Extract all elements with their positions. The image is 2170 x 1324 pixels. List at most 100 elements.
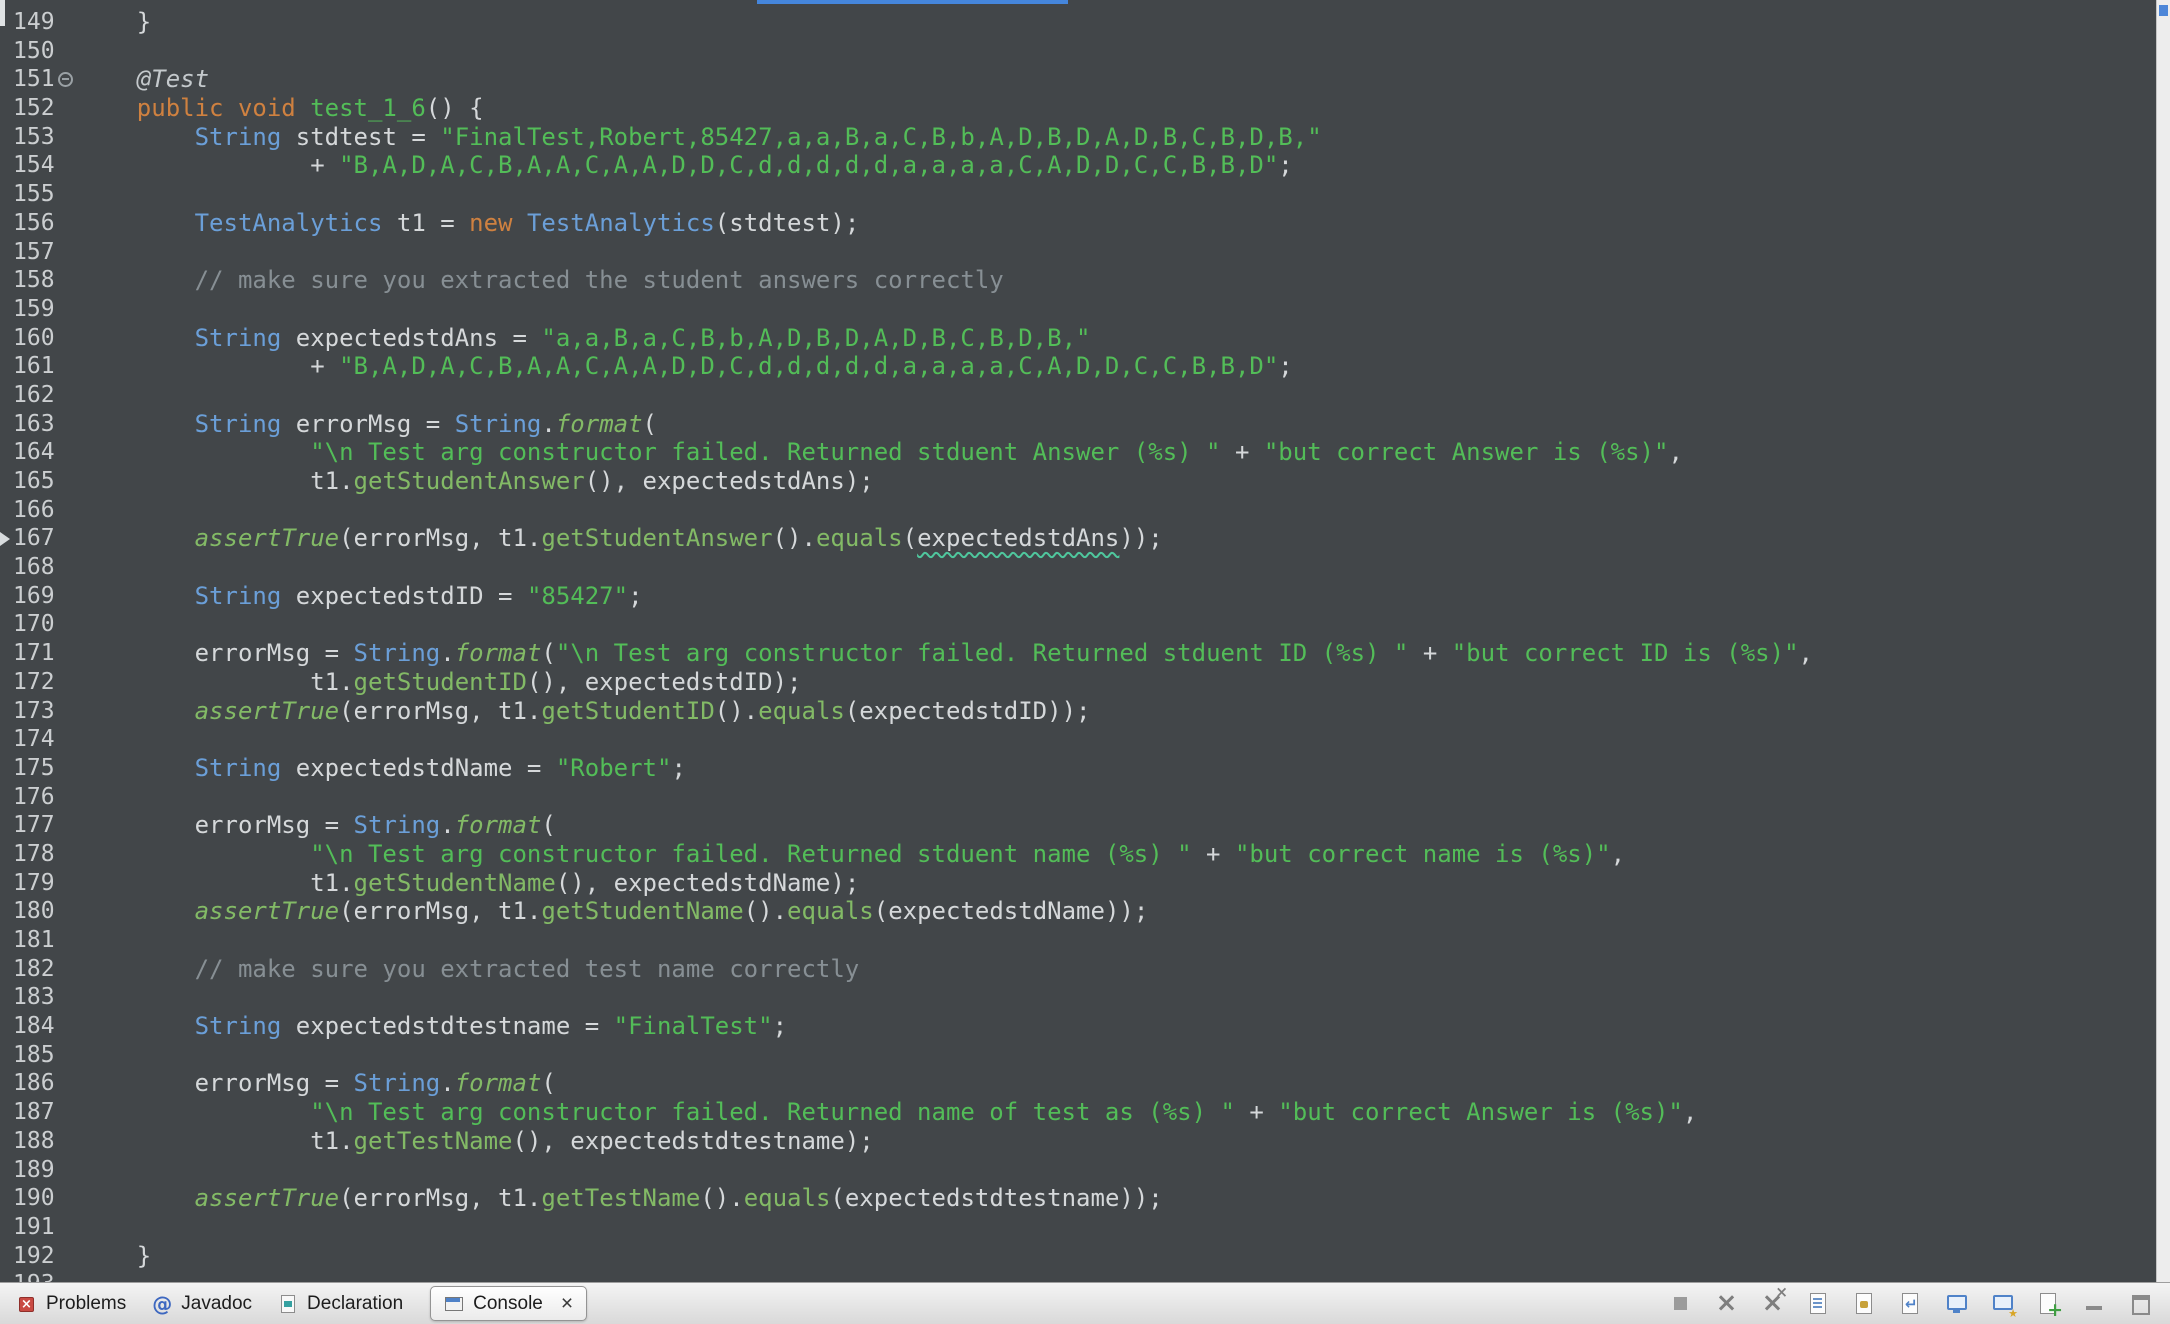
line-number[interactable]: 169 bbox=[0, 582, 79, 611]
line-number[interactable]: 154 bbox=[0, 151, 79, 180]
code-line[interactable]: 163 String errorMsg = String.format( bbox=[0, 410, 2156, 439]
line-number[interactable]: 166 bbox=[0, 496, 79, 525]
line-number[interactable]: 178 bbox=[0, 840, 79, 869]
code-line[interactable]: 157 bbox=[0, 238, 2156, 267]
code-line[interactable]: 164 "\n Test arg constructor failed. Ret… bbox=[0, 438, 2156, 467]
code-line[interactable]: 186 errorMsg = String.format( bbox=[0, 1069, 2156, 1098]
line-number[interactable]: 180 bbox=[0, 897, 79, 926]
line-number[interactable]: 173 bbox=[0, 697, 79, 726]
line-number[interactable]: 186 bbox=[0, 1069, 79, 1098]
line-number[interactable]: 155 bbox=[0, 180, 79, 209]
line-number[interactable]: 161 bbox=[0, 352, 79, 381]
line-number[interactable]: 165 bbox=[0, 467, 79, 496]
line-number[interactable]: 183 bbox=[0, 983, 79, 1012]
code-line[interactable]: 174 bbox=[0, 725, 2156, 754]
scroll-lock-icon[interactable] bbox=[1851, 1290, 1878, 1317]
code-line[interactable]: 156 TestAnalytics t1 = new TestAnalytics… bbox=[0, 209, 2156, 238]
overview-ruler-marker[interactable] bbox=[2159, 5, 2168, 16]
code-line[interactable]: 190 assertTrue(errorMsg, t1.getTestName(… bbox=[0, 1184, 2156, 1213]
open-console-icon[interactable] bbox=[2035, 1290, 2062, 1317]
code-line[interactable]: 180 assertTrue(errorMsg, t1.getStudentNa… bbox=[0, 897, 2156, 926]
line-number[interactable]: 160 bbox=[0, 324, 79, 353]
code-line[interactable]: 177 errorMsg = String.format( bbox=[0, 811, 2156, 840]
line-number[interactable]: 182 bbox=[0, 955, 79, 984]
code-line[interactable]: 181 bbox=[0, 926, 2156, 955]
code-line[interactable]: 184 String expectedstdtestname = "FinalT… bbox=[0, 1012, 2156, 1041]
code-line[interactable]: 170 bbox=[0, 610, 2156, 639]
line-number[interactable]: 171 bbox=[0, 639, 79, 668]
line-number[interactable]: 185 bbox=[0, 1041, 79, 1070]
code-line[interactable]: 185 bbox=[0, 1041, 2156, 1070]
code-line[interactable]: 153 String stdtest = "FinalTest,Robert,8… bbox=[0, 123, 2156, 152]
tab-javadoc[interactable]: Javadoc bbox=[139, 1283, 265, 1324]
line-number[interactable]: 172 bbox=[0, 668, 79, 697]
code-line[interactable]: 149 } bbox=[0, 8, 2156, 37]
code-line[interactable]: 152 public void test_1_6() { bbox=[0, 94, 2156, 123]
line-number[interactable]: 179 bbox=[0, 869, 79, 898]
code-line[interactable]: 183 bbox=[0, 983, 2156, 1012]
code-line[interactable]: 150 bbox=[0, 37, 2156, 66]
line-number[interactable]: 181 bbox=[0, 926, 79, 955]
line-number[interactable]: 152 bbox=[0, 94, 79, 123]
code-line[interactable]: 188 t1.getTestName(), expectedstdtestnam… bbox=[0, 1127, 2156, 1156]
code-line[interactable]: 178 "\n Test arg constructor failed. Ret… bbox=[0, 840, 2156, 869]
code-line[interactable]: 162 bbox=[0, 381, 2156, 410]
clear-console-icon[interactable] bbox=[1805, 1290, 1832, 1317]
code-line[interactable]: 160 String expectedstdAns = "a,a,B,a,C,B… bbox=[0, 324, 2156, 353]
remove-launch-icon[interactable] bbox=[1713, 1290, 1740, 1317]
code-line[interactable]: 191 bbox=[0, 1213, 2156, 1242]
code-line[interactable]: 187 "\n Test arg constructor failed. Ret… bbox=[0, 1098, 2156, 1127]
code-line[interactable]: 155 bbox=[0, 180, 2156, 209]
line-number[interactable]: 153 bbox=[0, 123, 79, 152]
overview-ruler[interactable] bbox=[2156, 0, 2170, 1282]
tab-problems[interactable]: Problems bbox=[4, 1283, 139, 1324]
code-line[interactable]: 182 // make sure you extracted test name… bbox=[0, 955, 2156, 984]
line-number[interactable]: 193 bbox=[0, 1270, 79, 1282]
fold-collapse-icon[interactable] bbox=[58, 72, 73, 87]
line-number[interactable]: 188 bbox=[0, 1127, 79, 1156]
tab-console[interactable]: Console× bbox=[430, 1286, 587, 1321]
line-number[interactable]: 190 bbox=[0, 1184, 79, 1213]
code-line[interactable]: 154 + "B,A,D,A,C,B,A,A,C,A,A,D,D,C,d,d,d… bbox=[0, 151, 2156, 180]
code-line[interactable]: 176 bbox=[0, 783, 2156, 812]
code-line[interactable]: 192 } bbox=[0, 1242, 2156, 1271]
remove-all-terminated-icon[interactable] bbox=[1759, 1290, 1786, 1317]
code-line[interactable]: 193 bbox=[0, 1270, 2156, 1282]
code-line[interactable]: 169 String expectedstdID = "85427"; bbox=[0, 582, 2156, 611]
line-number[interactable]: 167 bbox=[0, 524, 79, 553]
minimize-icon[interactable] bbox=[2081, 1290, 2108, 1317]
line-number[interactable]: 168 bbox=[0, 553, 79, 582]
line-number[interactable]: 164 bbox=[0, 438, 79, 467]
code-line[interactable]: 171 errorMsg = String.format("\n Test ar… bbox=[0, 639, 2156, 668]
code-line[interactable]: 172 t1.getStudentID(), expectedstdID); bbox=[0, 668, 2156, 697]
code-line[interactable]: 189 bbox=[0, 1156, 2156, 1185]
code-line[interactable]: 173 assertTrue(errorMsg, t1.getStudentID… bbox=[0, 697, 2156, 726]
line-number[interactable]: 157 bbox=[0, 238, 79, 267]
display-selected-console-icon[interactable] bbox=[1989, 1290, 2016, 1317]
line-number[interactable]: 191 bbox=[0, 1213, 79, 1242]
code-line[interactable]: 166 bbox=[0, 496, 2156, 525]
code-line[interactable]: 179 t1.getStudentName(), expectedstdName… bbox=[0, 869, 2156, 898]
pin-console-icon[interactable] bbox=[1943, 1290, 1970, 1317]
line-number[interactable]: 151 bbox=[0, 65, 79, 94]
code-line[interactable]: 151 @Test bbox=[0, 65, 2156, 94]
line-number[interactable]: 163 bbox=[0, 410, 79, 439]
line-number[interactable]: 184 bbox=[0, 1012, 79, 1041]
code-line[interactable]: 165 t1.getStudentAnswer(), expectedstdAn… bbox=[0, 467, 2156, 496]
maximize-icon[interactable] bbox=[2127, 1290, 2154, 1317]
line-number[interactable]: 177 bbox=[0, 811, 79, 840]
line-number[interactable]: 159 bbox=[0, 295, 79, 324]
line-number[interactable]: 158 bbox=[0, 266, 79, 295]
line-number[interactable]: 162 bbox=[0, 381, 79, 410]
code-line[interactable]: 168 bbox=[0, 553, 2156, 582]
code-line[interactable]: 175 String expectedstdName = "Robert"; bbox=[0, 754, 2156, 783]
code-line[interactable]: 167 assertTrue(errorMsg, t1.getStudentAn… bbox=[0, 524, 2156, 553]
code-line[interactable]: 161 + "B,A,D,A,C,B,A,A,C,A,A,D,D,C,d,d,d… bbox=[0, 352, 2156, 381]
code-line[interactable]: 158 // make sure you extracted the stude… bbox=[0, 266, 2156, 295]
line-number[interactable]: 156 bbox=[0, 209, 79, 238]
code-editor[interactable]: 149 }150151 @Test152 public void test_1_… bbox=[0, 0, 2156, 1282]
line-number[interactable]: 189 bbox=[0, 1156, 79, 1185]
terminate-icon[interactable] bbox=[1667, 1290, 1694, 1317]
line-number[interactable]: 192 bbox=[0, 1242, 79, 1271]
line-number[interactable]: 176 bbox=[0, 783, 79, 812]
